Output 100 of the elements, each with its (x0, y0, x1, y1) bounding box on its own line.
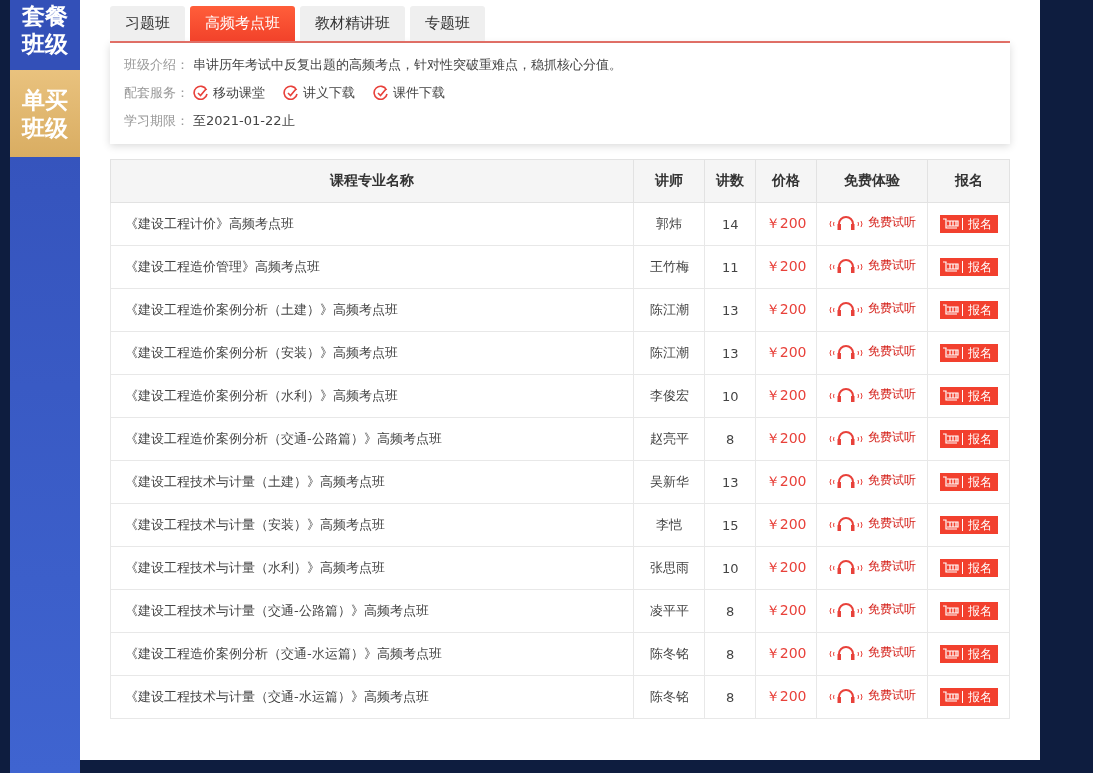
teacher-cell: 张思雨 (633, 546, 705, 590)
cart-icon (942, 691, 959, 703)
lesson-count-cell: 8 (704, 589, 756, 633)
price-cell: ￥200 (755, 288, 817, 332)
signup-button[interactable]: 报名 (939, 602, 998, 620)
service-text: 课件下载 (393, 83, 445, 102)
lesson-count-cell: 10 (704, 546, 756, 590)
price-cell: ￥200 (755, 460, 817, 504)
lesson-count-cell: 13 (704, 331, 756, 375)
check-circle-icon (283, 84, 299, 101)
signup-button[interactable]: 报名 (939, 473, 998, 491)
price-cell: ￥200 (755, 503, 817, 547)
headphones-icon (828, 558, 865, 575)
lesson-count-cell: 11 (704, 245, 756, 289)
column-header: 讲师 (633, 159, 705, 203)
signup-button[interactable]: 报名 (939, 516, 998, 534)
lesson-count-cell: 8 (704, 675, 756, 719)
course-name-cell: 《建设工程技术与计量（土建）》高频考点班 (110, 460, 634, 504)
lesson-count-cell: 10 (704, 374, 756, 418)
cart-icon (942, 648, 959, 660)
check-circle-icon (193, 84, 209, 101)
lesson-count-cell: 13 (704, 288, 756, 332)
price-cell: ￥200 (755, 245, 817, 289)
signup-button[interactable]: 报名 (939, 387, 998, 405)
cart-icon (942, 261, 959, 273)
course-name-cell: 《建设工程技术与计量（交通-公路篇）》高频考点班 (110, 589, 634, 633)
price-cell: ￥200 (755, 675, 817, 719)
teacher-cell: 陈冬铭 (633, 675, 705, 719)
period-text: 至2021-01-22止 (193, 111, 295, 130)
cart-icon (942, 562, 959, 574)
headphones-icon (828, 687, 865, 704)
period-label: 学习期限： (124, 111, 189, 130)
course-name-cell: 《建设工程造价案例分析（交通-公路篇）》高频考点班 (110, 417, 634, 461)
teacher-cell: 李恺 (633, 503, 705, 547)
signup-button[interactable]: 报名 (939, 301, 998, 319)
course-name-cell: 《建设工程技术与计量（水利）》高频考点班 (110, 546, 634, 590)
course-name-cell: 《建设工程技术与计量（交通-水运篇）》高频考点班 (110, 675, 634, 719)
price-cell: ￥200 (755, 202, 817, 246)
signup-button[interactable]: 报名 (939, 344, 998, 362)
signup-button[interactable]: 报名 (939, 258, 998, 276)
price-cell: ￥200 (755, 632, 817, 676)
course-name-cell: 《建设工程计价》高频考点班 (110, 202, 634, 246)
course-name-cell: 《建设工程造价案例分析（土建）》高频考点班 (110, 288, 634, 332)
course-name-cell: 《建设工程造价案例分析（交通-水运篇）》高频考点班 (110, 632, 634, 676)
signup-button[interactable]: 报名 (939, 559, 998, 577)
cart-icon (942, 605, 959, 617)
lesson-count-cell: 8 (704, 417, 756, 461)
tab[interactable]: 教材精讲班 (300, 6, 405, 41)
tab[interactable]: 高频考点班 (190, 6, 295, 41)
headphones-icon (828, 214, 865, 231)
column-header: 课程专业名称 (110, 159, 634, 203)
lesson-count-cell: 14 (704, 202, 756, 246)
teacher-cell: 陈江潮 (633, 288, 705, 332)
headphones-icon (828, 515, 865, 532)
headphones-icon (828, 472, 865, 489)
tab[interactable]: 专题班 (410, 6, 485, 41)
teacher-cell: 赵亮平 (633, 417, 705, 461)
signup-button[interactable]: 报名 (939, 688, 998, 706)
teacher-cell: 凌平平 (633, 589, 705, 633)
teacher-cell: 吴新华 (633, 460, 705, 504)
headphones-icon (828, 386, 865, 403)
cart-icon (942, 304, 959, 316)
teacher-cell: 陈江潮 (633, 331, 705, 375)
column-header: 讲数 (704, 159, 756, 203)
intro-text: 串讲历年考试中反复出题的高频考点，针对性突破重难点，稳抓核心分值。 (193, 55, 622, 74)
lesson-count-cell: 13 (704, 460, 756, 504)
teacher-cell: 郭炜 (633, 202, 705, 246)
check-circle-icon (373, 84, 389, 101)
cart-icon (942, 519, 959, 531)
signup-button[interactable]: 报名 (939, 215, 998, 233)
cart-icon (942, 433, 959, 445)
course-name-cell: 《建设工程造价案例分析（安装）》高频考点班 (110, 331, 634, 375)
signup-button[interactable]: 报名 (939, 430, 998, 448)
course-name-cell: 《建设工程造价管理》高频考点班 (110, 245, 634, 289)
headphones-icon (828, 601, 865, 618)
services-label: 配套服务： (124, 83, 189, 102)
cart-icon (942, 347, 959, 359)
course-name-cell: 《建设工程造价案例分析（水利）》高频考点班 (110, 374, 634, 418)
teacher-cell: 陈冬铭 (633, 632, 705, 676)
course-name-cell: 《建设工程技术与计量（安装）》高频考点班 (110, 503, 634, 547)
headphones-icon (828, 257, 865, 274)
price-cell: ￥200 (755, 331, 817, 375)
lesson-count-cell: 15 (704, 503, 756, 547)
price-cell: ￥200 (755, 546, 817, 590)
column-header: 免费体验 (816, 159, 928, 203)
price-cell: ￥200 (755, 417, 817, 461)
headphones-icon (828, 429, 865, 446)
cart-icon (942, 390, 959, 402)
intro-label: 班级介绍： (124, 55, 189, 74)
tab[interactable]: 习题班 (110, 6, 185, 41)
signup-button[interactable]: 报名 (939, 645, 998, 663)
headphones-icon (828, 300, 865, 317)
column-header: 价格 (755, 159, 817, 203)
column-header: 报名 (927, 159, 1010, 203)
price-cell: ￥200 (755, 374, 817, 418)
service-text: 移动课堂 (213, 83, 265, 102)
price-cell: ￥200 (755, 589, 817, 633)
headphones-icon (828, 343, 865, 360)
cart-icon (942, 476, 959, 488)
cart-icon (942, 218, 959, 230)
